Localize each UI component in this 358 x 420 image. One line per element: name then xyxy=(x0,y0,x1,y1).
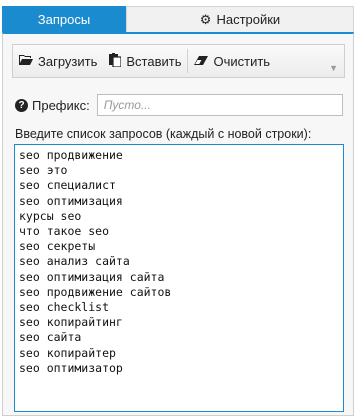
help-icon[interactable]: ? xyxy=(15,98,28,112)
query-line: seo оптимизация сайта xyxy=(19,269,165,284)
query-line: что такое seo xyxy=(19,224,110,239)
queries-list-label: Введите список запросов (каждый с новой … xyxy=(15,127,312,141)
folder-open-icon xyxy=(19,54,33,69)
query-line: seo специалист xyxy=(19,178,116,193)
eraser-icon xyxy=(194,54,209,69)
query-line: seo анализ сайта xyxy=(19,254,130,269)
gear-icon: ⚙ xyxy=(199,11,212,27)
tab-bar: Запросы ⚙ Настройки xyxy=(0,0,358,32)
clear-button[interactable]: Очистить xyxy=(188,45,276,77)
prefix-label: Префикс: xyxy=(32,97,90,113)
query-line: курсы seo xyxy=(19,208,82,223)
paste-button-label: Вставить xyxy=(126,53,182,69)
query-line: seo копирайтинг xyxy=(19,315,123,330)
tab-settings[interactable]: ⚙ Настройки xyxy=(126,6,354,32)
tab-queries-label: Запросы xyxy=(37,11,91,27)
toolbar-overflow-icon[interactable]: ▼ xyxy=(329,63,338,73)
query-line: seo оптимизация xyxy=(19,193,123,208)
prefix-input[interactable] xyxy=(96,94,343,116)
queries-panel: Загрузить Вставить Очистить ▼ ? Префикс:… xyxy=(2,32,354,416)
paste-icon xyxy=(109,52,122,70)
load-button-label: Загрузить xyxy=(38,53,98,69)
query-line: seo продвижение сайтов xyxy=(19,284,172,299)
query-line: seo сайта xyxy=(19,330,82,345)
query-line: seo это xyxy=(19,163,68,178)
tab-queries[interactable]: Запросы xyxy=(2,6,126,32)
paste-button[interactable]: Вставить xyxy=(103,45,187,77)
clear-button-label: Очистить xyxy=(213,53,271,69)
query-line: seo checklist xyxy=(19,300,110,315)
tab-settings-label: Настройки xyxy=(216,12,281,27)
query-line: seo оптимизатор xyxy=(19,360,123,375)
queries-textarea[interactable]: seo продвижение seo это seo специалист seo … xyxy=(14,144,344,412)
query-line: seo секреты xyxy=(19,239,96,254)
query-line: seo продвижение xyxy=(19,148,123,162)
prefix-row: ? Префикс: xyxy=(15,94,343,116)
toolbar: Загрузить Вставить Очистить ▼ xyxy=(12,44,345,78)
query-line: seo копирайтер xyxy=(19,345,116,360)
load-button[interactable]: Загрузить xyxy=(13,45,103,77)
